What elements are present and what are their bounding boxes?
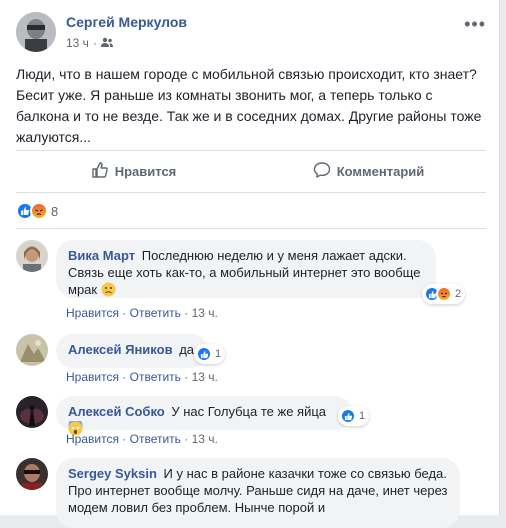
comment-reactions[interactable]: 1 bbox=[338, 406, 370, 426]
commenter-name[interactable]: Вика Март bbox=[68, 248, 135, 263]
comment-reply-link[interactable]: Ответить bbox=[130, 306, 181, 320]
comment-actions: Нравится · Ответить · 13 ч. bbox=[66, 432, 218, 446]
comment-label: Комментарий bbox=[336, 163, 425, 179]
post-reactions[interactable]: 8 bbox=[16, 202, 58, 220]
commenter-avatar[interactable] bbox=[16, 334, 48, 366]
divider bbox=[16, 228, 486, 229]
comment-icon bbox=[313, 161, 331, 182]
commenter-name[interactable]: Алексей Собко bbox=[68, 404, 165, 419]
comment-reactions[interactable]: 2 bbox=[422, 284, 466, 304]
angry-reaction-icon bbox=[436, 286, 452, 302]
post-time[interactable]: 13 ч bbox=[66, 36, 89, 50]
friends-icon[interactable] bbox=[100, 36, 113, 50]
comment-like-link[interactable]: Нравится bbox=[66, 306, 119, 320]
comment-reactions[interactable]: 1 bbox=[194, 344, 226, 364]
comment-button[interactable]: Комментарий bbox=[251, 154, 486, 188]
comment-actions: Нравится · Ответить · 13 ч. bbox=[66, 370, 218, 384]
post-author[interactable]: Сергей Меркулов bbox=[66, 14, 187, 30]
like-reaction-icon bbox=[196, 346, 212, 362]
divider bbox=[16, 150, 486, 151]
comment-like-link[interactable]: Нравится bbox=[66, 432, 119, 446]
like-label: Нравится bbox=[114, 163, 177, 179]
commenter-name[interactable]: Sergey Syksin bbox=[68, 466, 157, 481]
comment-reaction-count: 1 bbox=[215, 348, 222, 360]
post-meta: 13 ч · bbox=[66, 36, 113, 50]
comment-bubble: Вика Март Последнюю неделю и у меня лажа… bbox=[56, 240, 436, 298]
more-options-icon[interactable]: ••• bbox=[464, 14, 486, 35]
comment: Алексей Собко У нас Голубца те же яйца 1… bbox=[16, 396, 486, 448]
reaction-count: 8 bbox=[51, 203, 59, 219]
comment: Алексей Яников да 1 Нравится · Ответить … bbox=[16, 334, 486, 386]
commenter-avatar[interactable] bbox=[16, 240, 48, 272]
post-header: Сергей Меркулов 13 ч · ••• bbox=[16, 12, 486, 54]
comment-time[interactable]: 13 ч. bbox=[192, 306, 218, 320]
like-reaction-icon bbox=[340, 408, 356, 424]
thumbs-up-icon bbox=[91, 161, 109, 182]
like-button[interactable]: Нравится bbox=[16, 154, 251, 188]
comment-text: У нас Голубца те же яйца bbox=[171, 404, 327, 419]
commenter-avatar[interactable] bbox=[16, 458, 48, 490]
author-avatar[interactable] bbox=[16, 12, 56, 52]
comment-bubble: Алексей Яников да bbox=[56, 334, 208, 368]
comment: Вика Март Последнюю неделю и у меня лажа… bbox=[16, 240, 486, 326]
angry-reaction-icon bbox=[30, 202, 48, 220]
comment-bubble: Sergey Syksin И у нас в районе казачки т… bbox=[56, 458, 460, 528]
divider bbox=[16, 192, 486, 193]
comment-reaction-count: 2 bbox=[455, 288, 462, 300]
post-card: Сергей Меркулов 13 ч · ••• Люди, что в н… bbox=[0, 0, 500, 528]
comment-like-link[interactable]: Нравится bbox=[66, 370, 119, 384]
comment-text: да bbox=[179, 342, 195, 357]
comment-bubble: Алексей Собко У нас Голубца те же яйца bbox=[56, 396, 352, 436]
comment: Sergey Syksin И у нас в районе казачки т… bbox=[16, 458, 486, 528]
comment-reply-link[interactable]: Ответить bbox=[130, 432, 181, 446]
post-text: Люди, что в нашем городе с мобильной свя… bbox=[16, 66, 482, 145]
comment-reply-link[interactable]: Ответить bbox=[130, 370, 181, 384]
post-actions: Нравится Комментарий bbox=[16, 154, 486, 188]
commenter-avatar[interactable] bbox=[16, 396, 48, 428]
comment-time[interactable]: 13 ч. bbox=[192, 370, 218, 384]
sad-emoji-icon bbox=[101, 282, 116, 297]
dot-separator: · bbox=[92, 36, 97, 50]
comment-reaction-count: 1 bbox=[359, 410, 366, 422]
commenter-name[interactable]: Алексей Яников bbox=[68, 342, 173, 357]
comment-actions: Нравится · Ответить · 13 ч. bbox=[66, 306, 218, 320]
comment-time[interactable]: 13 ч. bbox=[192, 432, 218, 446]
